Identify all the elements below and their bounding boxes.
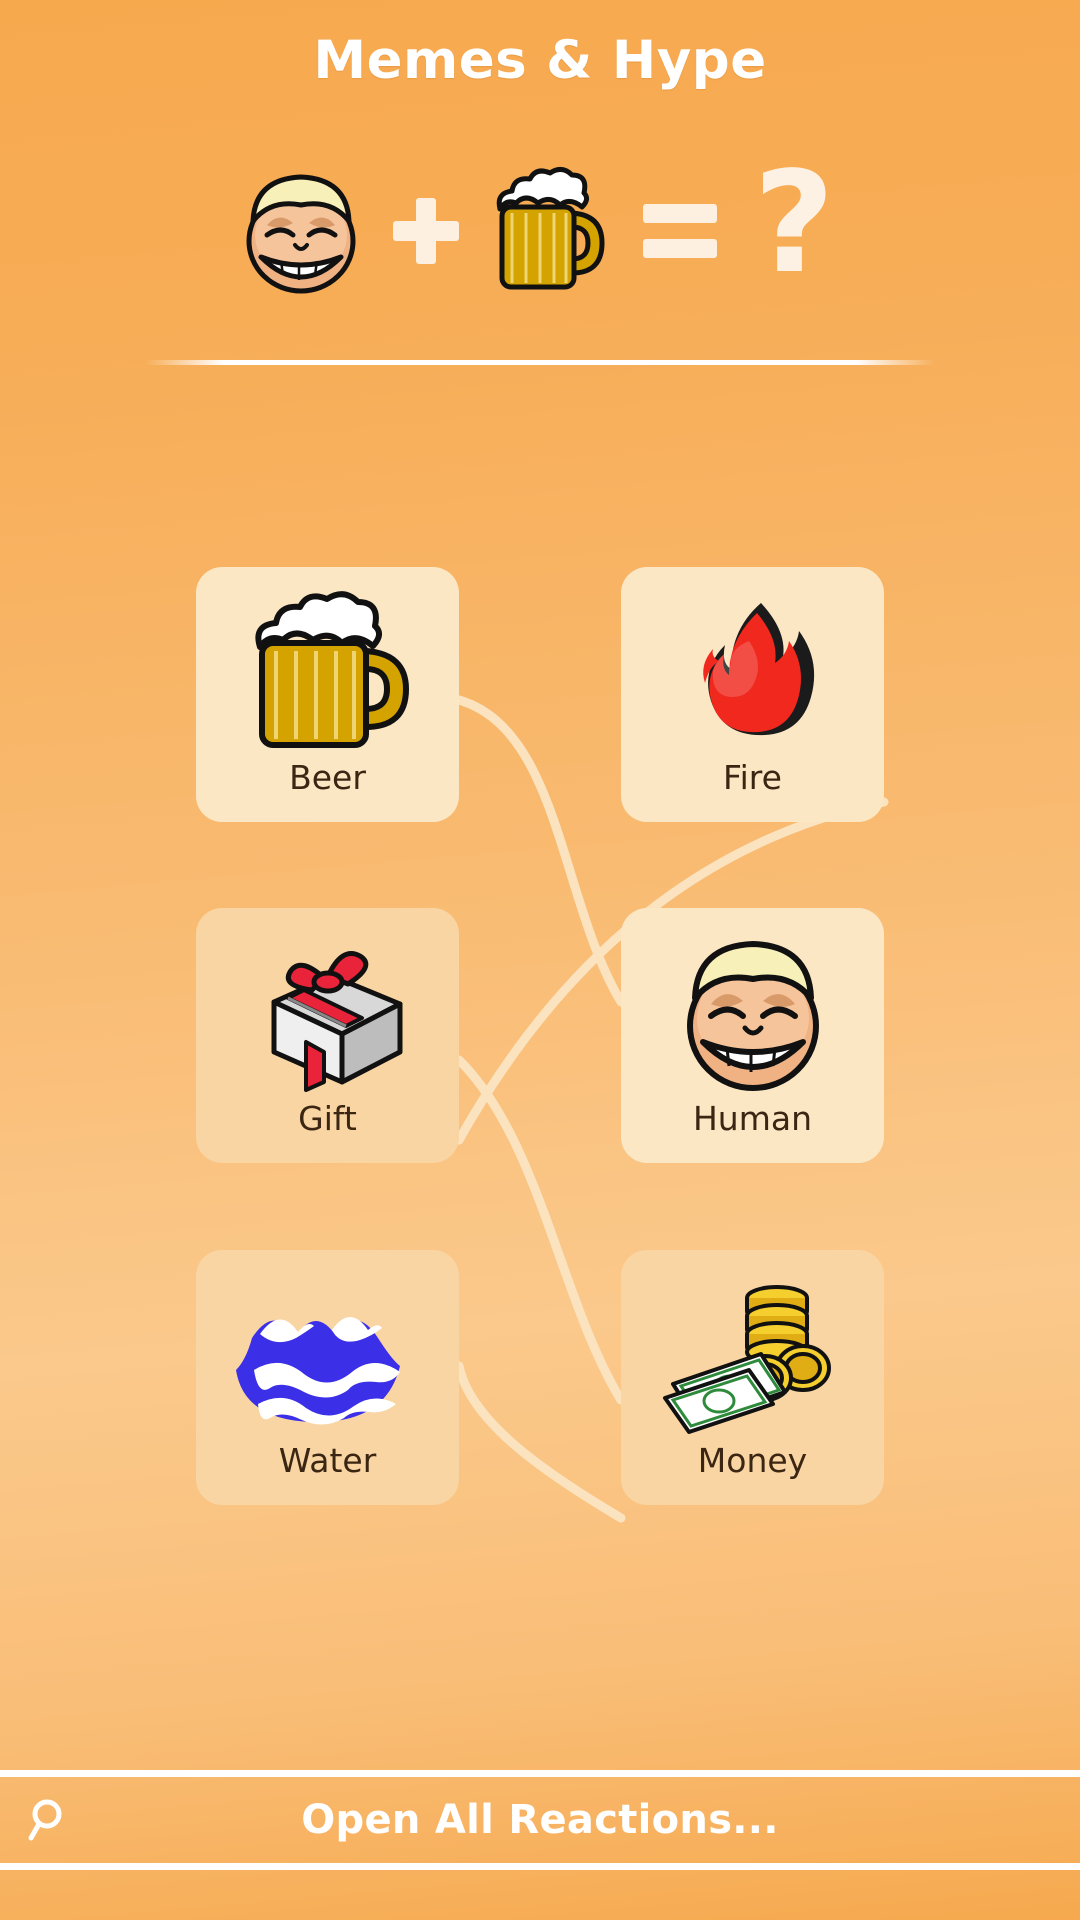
equals-operator-icon — [621, 203, 739, 258]
bottom-bar-bottom-divider — [0, 1863, 1080, 1870]
equation-row: ? — [0, 153, 1080, 303]
human-face-icon — [653, 930, 853, 1098]
connector-lines — [454, 695, 889, 1523]
equation-right-icon — [476, 161, 621, 301]
fire-flame-icon — [653, 589, 853, 757]
element-card-beer[interactable]: Beer — [196, 567, 459, 822]
element-grid: Beer Fire Gift Human Water Money — [0, 540, 1080, 1570]
open-all-reactions-label[interactable]: Open All Reactions... — [96, 1797, 1080, 1843]
gift-box-icon — [228, 930, 428, 1098]
header-divider — [145, 360, 935, 365]
bottom-bar-content[interactable]: Open All Reactions... — [0, 1777, 1080, 1863]
element-card-human[interactable]: Human — [621, 908, 884, 1163]
water-waves-icon — [228, 1272, 428, 1440]
element-card-money[interactable]: Money — [621, 1250, 884, 1505]
card-label: Gift — [298, 1099, 357, 1138]
human-face-icon — [231, 161, 376, 301]
page-title: Memes & Hype — [313, 30, 767, 91]
beer-mug-icon — [476, 161, 621, 301]
equation-left-icon — [231, 161, 376, 301]
bottom-bar-top-divider — [0, 1770, 1080, 1777]
card-label: Human — [692, 1099, 812, 1138]
plus-operator-icon — [376, 197, 476, 264]
money-coins-icon — [653, 1272, 853, 1440]
header: Memes & Hype ? — [0, 0, 1080, 372]
element-card-fire[interactable]: Fire — [621, 567, 884, 822]
beer-mug-icon — [228, 589, 428, 757]
card-label: Money — [697, 1441, 808, 1480]
card-label: Fire — [723, 758, 782, 797]
element-card-water[interactable]: Water — [196, 1250, 459, 1505]
result-question-mark: ? — [753, 141, 835, 305]
magnifier-icon[interactable] — [0, 1795, 96, 1845]
card-label: Water — [278, 1441, 377, 1480]
element-card-gift[interactable]: Gift — [196, 908, 459, 1163]
card-label: Beer — [289, 758, 366, 797]
bottom-bar: Open All Reactions... — [0, 1770, 1080, 1870]
